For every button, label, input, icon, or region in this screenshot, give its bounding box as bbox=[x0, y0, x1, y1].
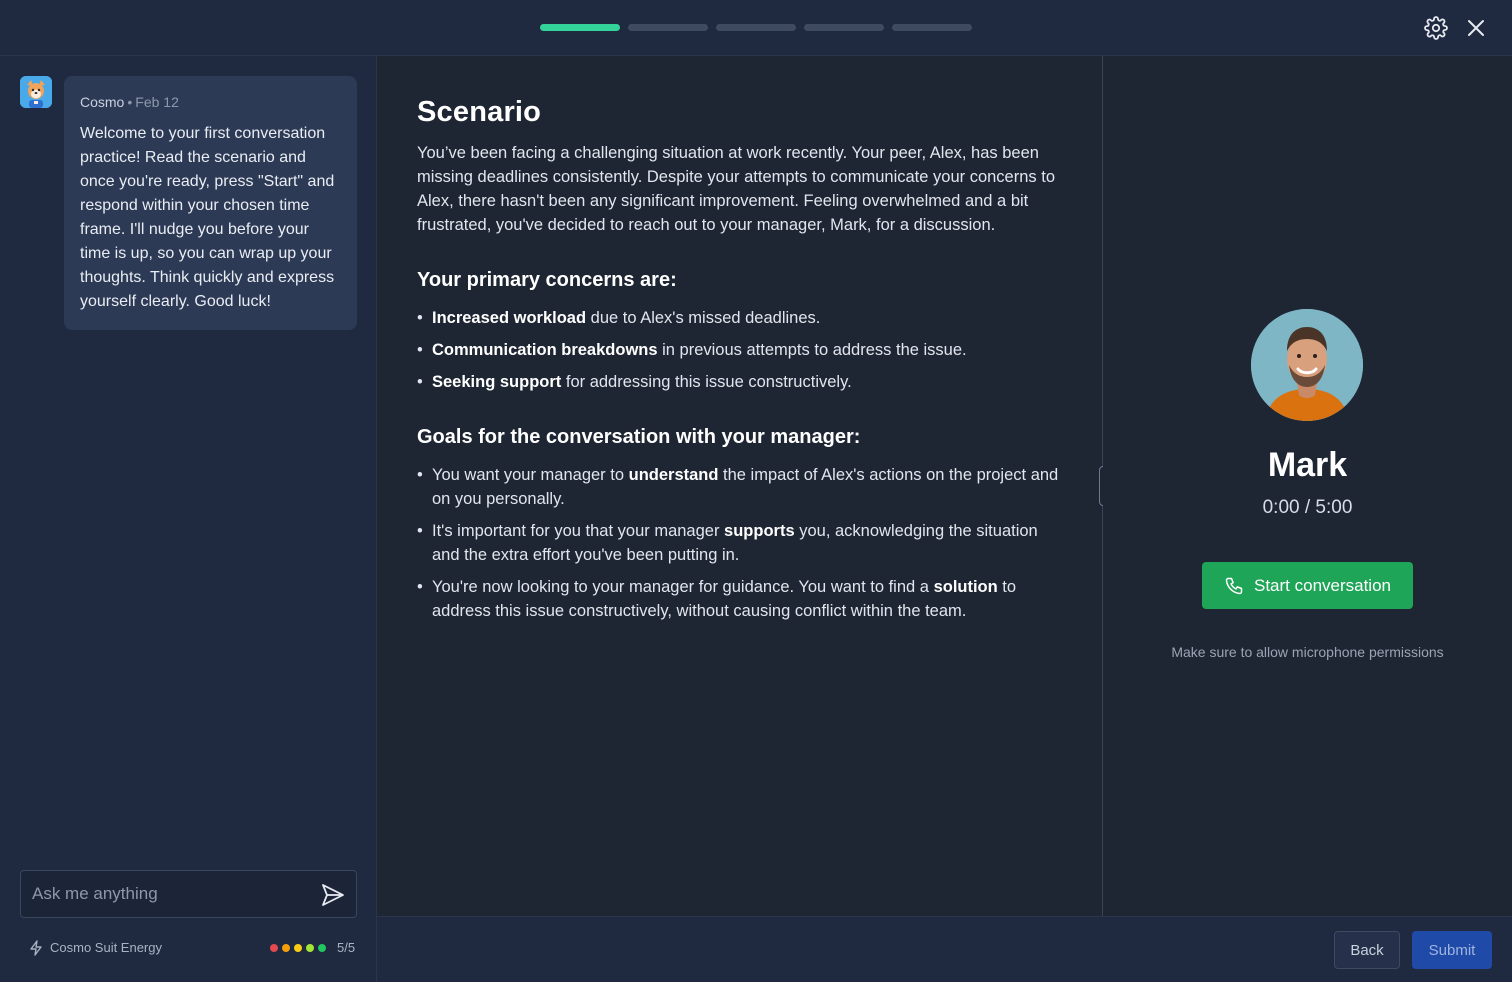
message-text: Welcome to your first conversation pract… bbox=[80, 125, 335, 310]
gear-icon bbox=[1424, 16, 1448, 40]
ask-input-box bbox=[20, 870, 357, 918]
goal-item: You want your manager to understand the … bbox=[417, 463, 1062, 511]
lightning-icon bbox=[30, 940, 42, 956]
concern-text: due to Alex's missed deadlines. bbox=[586, 309, 821, 327]
person-portrait-icon bbox=[1251, 309, 1363, 421]
close-icon bbox=[1468, 20, 1484, 36]
goal-bold: supports bbox=[724, 522, 795, 540]
concern-text: for addressing this issue constructively… bbox=[561, 373, 852, 391]
scenario-title: Scenario bbox=[417, 96, 542, 128]
send-icon bbox=[322, 884, 344, 906]
start-conversation-button[interactable]: Start conversation bbox=[1202, 562, 1413, 609]
message-meta: Cosmo • Feb 12 bbox=[80, 94, 341, 110]
submit-button[interactable]: Submit bbox=[1412, 931, 1492, 969]
goal-item: It's important for you that your manager… bbox=[417, 519, 1062, 567]
call-panel: Mark 0:00 / 5:00 Start conversation Make… bbox=[1103, 56, 1512, 916]
energy-dot bbox=[306, 944, 314, 952]
mark-avatar bbox=[1251, 309, 1363, 421]
call-timer: 0:00 / 5:00 bbox=[1262, 497, 1353, 518]
back-button[interactable]: Back bbox=[1334, 931, 1400, 969]
concern-text: in previous attempts to address the issu… bbox=[657, 341, 967, 359]
close-button[interactable] bbox=[1462, 14, 1490, 42]
energy-dot bbox=[270, 944, 278, 952]
suit-energy: Cosmo Suit Energy 5/5 bbox=[28, 938, 358, 958]
step-progress bbox=[540, 24, 972, 31]
goal-text: You want your manager to bbox=[432, 466, 629, 484]
start-conversation-label: Start conversation bbox=[1253, 575, 1391, 595]
scenario-description: You’ve been facing a challenging situati… bbox=[417, 144, 1055, 234]
concern-bold: Communication breakdowns bbox=[432, 341, 658, 359]
phone-icon bbox=[1225, 577, 1243, 594]
goal-bold: understand bbox=[628, 466, 719, 484]
progress-step-3 bbox=[716, 24, 796, 31]
microphone-note: Make sure to allow microphone permission… bbox=[1171, 644, 1444, 660]
energy-dot bbox=[282, 944, 290, 952]
send-button[interactable] bbox=[320, 882, 346, 908]
progress-step-1 bbox=[540, 24, 620, 31]
top-bar bbox=[0, 0, 1512, 56]
assistant-sidebar: Cosmo • Feb 12 Welcome to your first conve… bbox=[0, 56, 377, 982]
goal-text: It's important for you that your manager bbox=[432, 522, 725, 540]
energy-dot bbox=[294, 944, 302, 952]
energy-count: 5/5 bbox=[337, 940, 356, 955]
goal-text: You're now looking to your manager for g… bbox=[432, 578, 934, 596]
meta-separator: • bbox=[127, 94, 133, 110]
concern-bold: Seeking support bbox=[432, 373, 562, 391]
progress-step-5 bbox=[892, 24, 972, 31]
concerns-heading: Your primary concerns are: bbox=[417, 269, 677, 291]
concern-item: Communication breakdowns in previous att… bbox=[417, 338, 1062, 362]
goal-item: You're now looking to your manager for g… bbox=[417, 575, 1062, 623]
progress-step-2 bbox=[628, 24, 708, 31]
progress-step-4 bbox=[804, 24, 884, 31]
message-date: Feb 12 bbox=[135, 94, 179, 110]
app-root: Cosmo • Feb 12 Welcome to your first conve… bbox=[0, 0, 1512, 982]
energy-dot bbox=[318, 944, 326, 952]
cosmo-avatar bbox=[20, 76, 52, 108]
energy-label: Cosmo Suit Energy bbox=[50, 940, 162, 955]
concerns-list: Increased workload due to Alex's missed … bbox=[417, 306, 1062, 394]
scenario-panel: Scenario You’ve been facing a challengin… bbox=[377, 56, 1102, 916]
cosmo-dog-icon bbox=[20, 76, 52, 108]
goals-heading: Goals for the conversation with your man… bbox=[417, 426, 861, 448]
contact-name: Mark bbox=[1267, 446, 1348, 484]
ask-input[interactable] bbox=[32, 871, 312, 917]
concern-item: Increased workload due to Alex's missed … bbox=[417, 306, 1062, 330]
goals-list: You want your manager to understand the … bbox=[417, 463, 1062, 623]
footer-bar: Back Submit bbox=[377, 916, 1512, 982]
goal-bold: solution bbox=[933, 578, 998, 596]
message-sender: Cosmo bbox=[80, 94, 125, 110]
energy-dots bbox=[270, 944, 326, 952]
assistant-message-bubble: Cosmo • Feb 12 Welcome to your first conve… bbox=[64, 76, 357, 330]
concern-bold: Increased workload bbox=[432, 309, 587, 327]
concern-item: Seeking support for addressing this issu… bbox=[417, 370, 1062, 394]
settings-button[interactable] bbox=[1422, 14, 1450, 42]
